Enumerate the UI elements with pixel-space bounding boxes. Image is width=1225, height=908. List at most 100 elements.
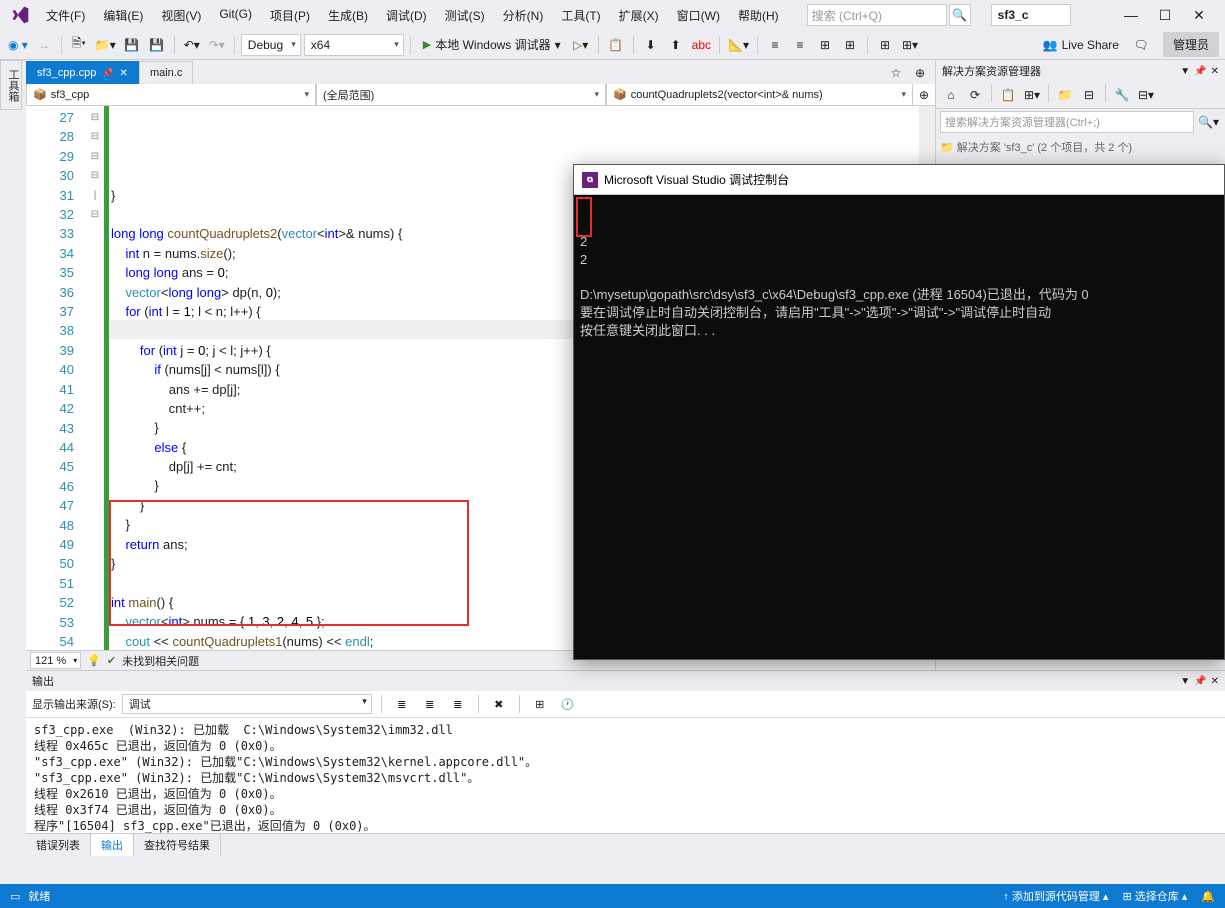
tb-icon-5[interactable]: 📐▾ xyxy=(726,34,751,56)
notification-icon[interactable]: 🔔 xyxy=(1201,890,1215,903)
zoom-combo[interactable]: 121 % xyxy=(30,652,81,669)
output-text[interactable]: sf3_cpp.exe (Win32): 已加载 C:\Windows\Syst… xyxy=(26,718,1225,833)
redo-button[interactable]: ↷▾ xyxy=(206,34,228,56)
search-input[interactable]: 搜索 (Ctrl+Q) xyxy=(807,4,947,26)
tb-icon-10[interactable]: ⊞ xyxy=(874,34,896,56)
tree-root: 解决方案 'sf3_c' (2 个项目，共 2 个) xyxy=(957,142,1132,154)
tb-icon[interactable]: ≣ xyxy=(391,693,413,715)
fold-gutter[interactable]: ⊟ ⊟ ⊟⊟ | ⊟ xyxy=(86,106,104,650)
tab-find-symbol[interactable]: 查找符号结果 xyxy=(134,834,221,856)
tb-icon[interactable]: ≣ xyxy=(419,693,441,715)
menu-project[interactable]: 项目(P) xyxy=(262,3,318,28)
admin-button[interactable]: 管理员 xyxy=(1163,32,1219,57)
forward-button[interactable]: → xyxy=(33,34,55,56)
tb-icon-7[interactable]: ≡ xyxy=(789,34,811,56)
console-body[interactable]: 2 2 D:\mysetup\gopath\src\dsy\sf3_c\x64\… xyxy=(574,195,1224,361)
config-combo[interactable]: Debug xyxy=(241,34,301,56)
pin-icon[interactable]: 📌 xyxy=(102,68,113,79)
close-icon[interactable]: ✕ xyxy=(120,68,128,79)
undo-button[interactable]: ↶▾ xyxy=(181,34,203,56)
maximize-button[interactable]: ☐ xyxy=(1155,5,1175,25)
dropdown-icon[interactable]: ▼ xyxy=(1180,66,1190,77)
nav-scope[interactable]: (全局范围) xyxy=(316,84,606,105)
dropdown-icon[interactable]: ▼ xyxy=(1180,676,1190,687)
panel-search-input[interactable]: 搜索解决方案资源管理器(Ctrl+;) xyxy=(940,111,1194,133)
tab-label: main.c xyxy=(150,67,182,79)
sync-icon[interactable]: ⟳ xyxy=(964,84,986,106)
pin-icon[interactable]: 📌 xyxy=(1194,676,1206,687)
tb-icon[interactable]: ≣ xyxy=(447,693,469,715)
tb-icon[interactable]: ⊞ xyxy=(529,693,551,715)
tab-main-c[interactable]: main.c xyxy=(139,61,193,84)
solution-tree[interactable]: 📁 解决方案 'sf3_c' (2 个项目，共 2 个) xyxy=(936,135,1225,159)
menu-file[interactable]: 文件(F) xyxy=(38,3,93,28)
console-title-bar[interactable]: ⧉ Microsoft Visual Studio 调试控制台 xyxy=(574,165,1224,195)
project-name: sf3_c xyxy=(991,4,1071,26)
pin-icon[interactable]: 📌 xyxy=(1194,66,1206,77)
platform-combo[interactable]: x64 xyxy=(304,34,404,56)
close-icon[interactable]: ✕ xyxy=(1211,676,1219,687)
close-icon[interactable]: ✕ xyxy=(1211,66,1219,77)
tb-icon-1[interactable]: 📋 xyxy=(605,34,627,56)
tb-icon-9[interactable]: ⊞ xyxy=(839,34,861,56)
tab-error-list[interactable]: 错误列表 xyxy=(26,834,91,856)
open-button[interactable]: 📁▾ xyxy=(93,34,118,56)
clock-icon[interactable]: 🕐 xyxy=(557,693,579,715)
menu-tools[interactable]: 工具(T) xyxy=(553,3,608,28)
console-title: Microsoft Visual Studio 调试控制台 xyxy=(604,171,789,188)
tb-icon[interactable]: ⊟ xyxy=(1078,84,1100,106)
menu-debug[interactable]: 调试(D) xyxy=(378,3,435,28)
tb-icon[interactable]: 📋 xyxy=(997,84,1019,106)
save-all-button[interactable]: 💾 xyxy=(146,34,168,56)
nav-member[interactable]: 📦 countQuadruplets2(vector<int>& nums) xyxy=(606,84,913,105)
save-button[interactable]: 💾 xyxy=(121,34,143,56)
repo-button[interactable]: ⊞ 选择仓库 ▴ xyxy=(1122,888,1187,904)
status-ready: 就绪 xyxy=(28,888,50,904)
split-icon[interactable]: ⊕ xyxy=(913,84,935,105)
nav-project[interactable]: 📦 sf3_cpp xyxy=(26,84,316,105)
tb-icon[interactable]: 📁 xyxy=(1054,84,1076,106)
clear-icon[interactable]: ✖ xyxy=(488,693,510,715)
preview-icon[interactable]: ☆ xyxy=(885,62,907,84)
tab-sf3-cpp[interactable]: sf3_cpp.cpp 📌 ✕ xyxy=(26,61,139,84)
search-options-icon[interactable]: 🔍▾ xyxy=(1196,111,1221,133)
output-source-combo[interactable]: 调试 xyxy=(122,694,372,714)
output-title: 输出 xyxy=(32,673,54,689)
new-project-button[interactable]: 🗎▾ xyxy=(68,34,90,56)
tb-icon[interactable]: ⊞▾ xyxy=(1021,84,1043,106)
menu-analyze[interactable]: 分析(N) xyxy=(495,3,552,28)
menu-edit[interactable]: 编辑(E) xyxy=(95,3,151,28)
dropdown-icon[interactable]: ⊕ xyxy=(909,62,931,84)
toolbox-tab[interactable]: 工具箱 xyxy=(0,60,22,110)
status-icon: ▭ xyxy=(10,890,20,903)
tb-icon-2[interactable]: ⬇ xyxy=(640,34,662,56)
menu-build[interactable]: 生成(B) xyxy=(320,3,376,28)
bulb-icon[interactable]: 💡 xyxy=(87,654,101,667)
menu-view[interactable]: 视图(V) xyxy=(153,3,209,28)
home-icon[interactable]: ⌂ xyxy=(940,84,962,106)
tab-output[interactable]: 输出 xyxy=(91,834,134,856)
close-button[interactable]: ✕ xyxy=(1189,5,1209,25)
tb-icon-8[interactable]: ⊞ xyxy=(814,34,836,56)
back-button[interactable]: ◉ ▾ xyxy=(6,34,30,56)
search-button[interactable]: 🔍 xyxy=(949,4,971,26)
menu-help[interactable]: 帮助(H) xyxy=(730,3,787,28)
menu-extensions[interactable]: 扩展(X) xyxy=(611,3,667,28)
feedback-button[interactable]: 🗨 xyxy=(1130,34,1152,56)
tb-icon-11[interactable]: ⊞▾ xyxy=(899,34,921,56)
wrench-icon[interactable]: 🔧 xyxy=(1111,84,1133,106)
tb-icon-3[interactable]: ⬆ xyxy=(665,34,687,56)
highlight-box-output xyxy=(576,197,592,237)
run-button[interactable]: ▶本地 Windows 调试器 ▾ xyxy=(417,34,567,56)
ok-icon: ✔ xyxy=(107,654,116,667)
tb-icon-4[interactable]: abc xyxy=(690,34,713,56)
menu-test[interactable]: 测试(S) xyxy=(437,3,493,28)
tb-icon-6[interactable]: ≡ xyxy=(764,34,786,56)
git-button[interactable]: ↑ 添加到源代码管理 ▴ xyxy=(1003,888,1108,904)
run-no-debug-button[interactable]: ▷▾ xyxy=(570,34,592,56)
live-share-button[interactable]: 👥 Live Share xyxy=(1035,38,1127,52)
tb-icon[interactable]: ⊟▾ xyxy=(1135,84,1157,106)
menu-window[interactable]: 窗口(W) xyxy=(669,3,728,28)
menu-git[interactable]: Git(G) xyxy=(211,3,260,28)
minimize-button[interactable]: — xyxy=(1121,5,1141,25)
